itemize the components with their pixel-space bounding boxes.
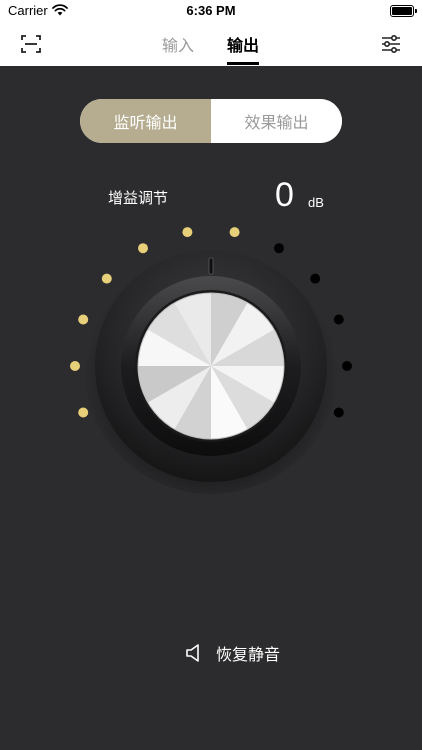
level-dot <box>70 361 80 371</box>
level-dot <box>182 227 193 238</box>
knob-pointer <box>208 257 214 275</box>
level-dot <box>310 273 321 284</box>
level-dot <box>229 227 240 238</box>
level-dot <box>274 243 284 254</box>
level-dot <box>342 361 352 371</box>
restore-mute-button[interactable]: 恢复静音 <box>184 640 280 666</box>
level-dot <box>101 273 112 284</box>
level-dot <box>138 243 148 254</box>
gain-knob[interactable] <box>83 238 339 494</box>
level-dot <box>333 314 344 325</box>
level-dot <box>78 314 89 325</box>
speaker-icon <box>186 644 199 662</box>
gain-knob-area <box>70 227 352 494</box>
knob-cap <box>138 293 284 439</box>
restore-mute-label: 恢复静音 <box>216 645 281 664</box>
level-dot <box>78 407 89 418</box>
level-dot <box>333 407 344 418</box>
